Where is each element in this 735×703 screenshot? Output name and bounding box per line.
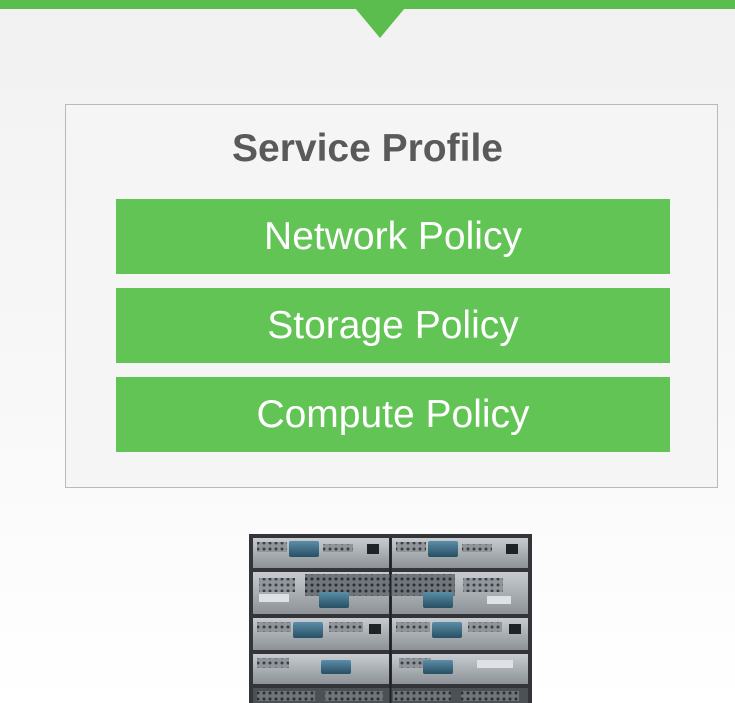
storage-policy-block: Storage Policy <box>116 288 670 363</box>
blade-chassis-image <box>249 534 532 703</box>
blade-chassis-illustration <box>249 534 532 703</box>
top-notch-pointer <box>355 8 405 38</box>
network-policy-block: Network Policy <box>116 199 670 274</box>
compute-policy-block: Compute Policy <box>116 377 670 452</box>
service-profile-title: Service Profile <box>232 127 503 170</box>
